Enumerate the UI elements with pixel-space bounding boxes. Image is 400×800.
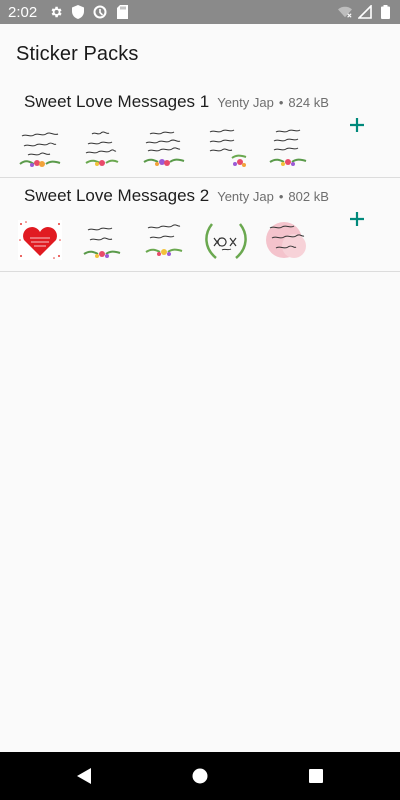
sticker-preview-row xyxy=(16,216,326,264)
sticker-preview xyxy=(85,131,119,166)
battery-icon xyxy=(378,5,392,19)
sticker-pack-2[interactable]: Sweet Love Messages 2 Yenty Jap • 802 kB xyxy=(0,178,400,272)
pack-title: Sweet Love Messages 2 xyxy=(24,186,210,205)
sticker-preview xyxy=(18,220,62,260)
gear-icon xyxy=(49,5,63,19)
home-button[interactable] xyxy=(188,764,212,788)
sticker-preview xyxy=(19,132,61,167)
pack-meta: Yenty Jap • 802 kB xyxy=(217,189,329,204)
status-right-icons xyxy=(332,4,392,20)
sticker-preview xyxy=(269,129,307,166)
sticker-preview xyxy=(83,227,121,258)
pack-meta: Yenty Jap • 824 kB xyxy=(217,95,329,110)
status-bar: 2:02 xyxy=(0,0,400,24)
sticker-preview xyxy=(209,129,247,167)
pack-author: Yenty Jap xyxy=(217,95,274,110)
recents-button[interactable] xyxy=(304,764,328,788)
pack-title: Sweet Love Messages 1 xyxy=(24,92,210,111)
pack-size: 802 kB xyxy=(288,189,329,204)
sticker-preview-row xyxy=(16,122,326,170)
meta-separator: • xyxy=(278,189,284,204)
meta-separator: • xyxy=(278,95,284,110)
pack-header: Sweet Love Messages 2 Yenty Jap • 802 kB xyxy=(24,186,329,206)
sd-card-icon xyxy=(115,5,129,19)
wifi-icon xyxy=(338,5,352,19)
shield-icon xyxy=(71,5,85,19)
navigation-bar xyxy=(0,752,400,800)
plus-icon xyxy=(350,212,364,226)
pack-size: 824 kB xyxy=(288,95,329,110)
recents-icon xyxy=(309,769,323,783)
back-button[interactable] xyxy=(72,764,96,788)
sticker-preview xyxy=(266,222,306,258)
plus-icon xyxy=(350,118,364,132)
sticker-pack-1[interactable]: Sweet Love Messages 1 Yenty Jap • 824 kB xyxy=(0,84,400,178)
home-icon xyxy=(192,768,208,784)
sticker-preview xyxy=(143,131,185,166)
add-pack-button[interactable] xyxy=(346,114,368,136)
app-bar: Sticker Packs xyxy=(0,24,400,84)
sticker-preview xyxy=(205,223,247,259)
pack-author: Yenty Jap xyxy=(217,189,274,204)
page-title: Sticker Packs xyxy=(16,42,139,65)
sticker-preview xyxy=(145,224,183,256)
pack-header: Sweet Love Messages 1 Yenty Jap • 824 kB xyxy=(24,92,329,112)
signal-icon xyxy=(358,5,372,19)
back-icon xyxy=(77,768,91,784)
add-pack-button[interactable] xyxy=(346,208,368,230)
status-time: 2:02 xyxy=(8,3,38,21)
sync-icon xyxy=(93,5,107,19)
